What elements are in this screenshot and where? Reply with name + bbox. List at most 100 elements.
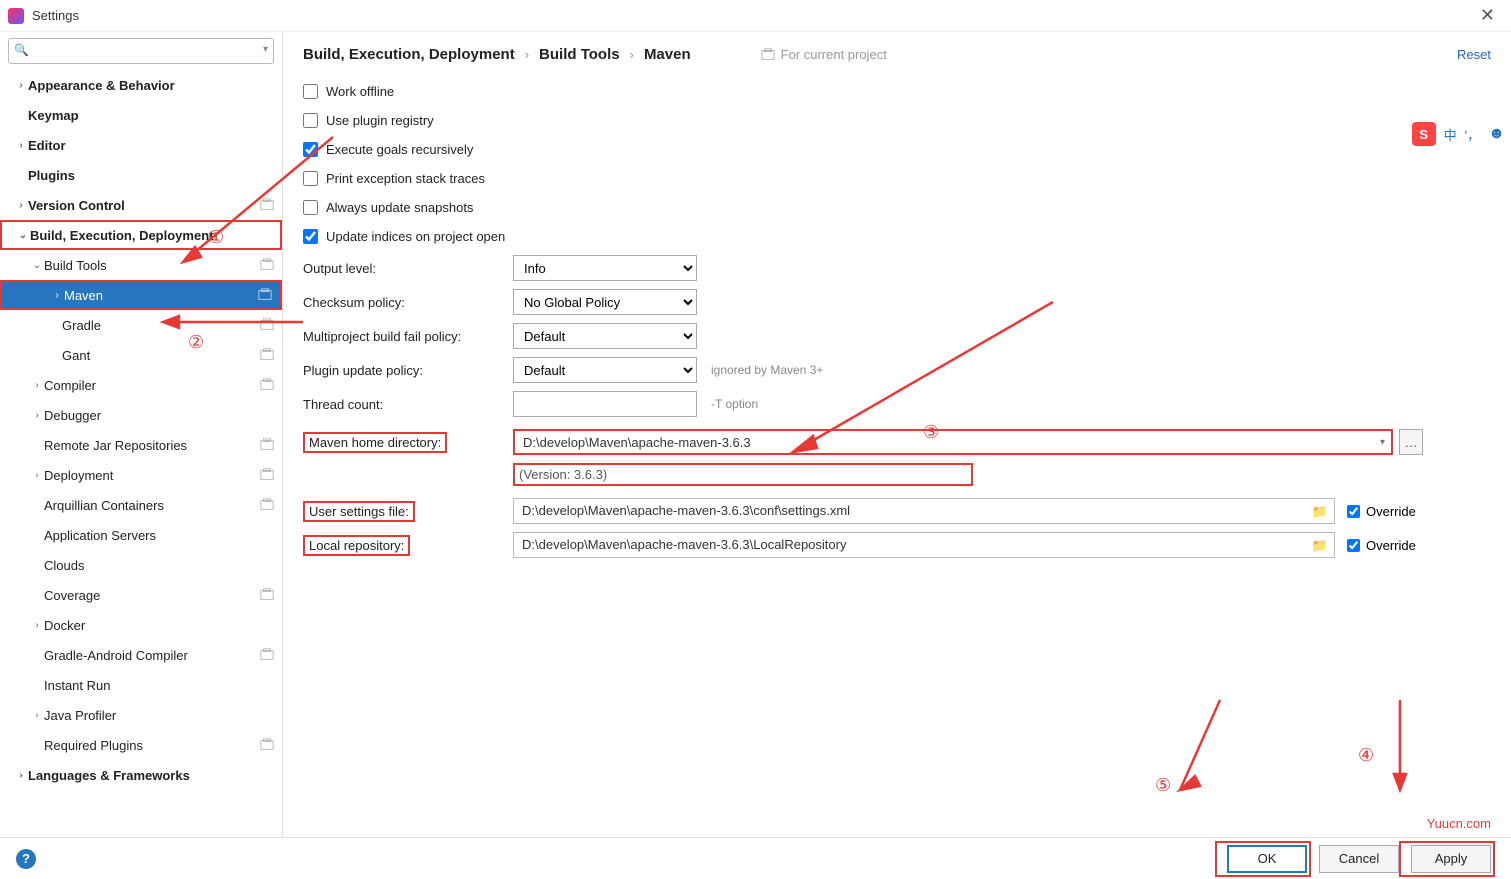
expand-icon: › — [30, 410, 44, 421]
app-icon — [8, 8, 24, 24]
sidebar-item-gradle[interactable]: Gradle — [0, 310, 282, 340]
check-plugin-registry[interactable]: Use plugin registry — [303, 106, 1491, 135]
label-output-level: Output level: — [303, 261, 513, 276]
sidebar-item-build-tools[interactable]: ⌄Build Tools — [0, 250, 282, 280]
project-icon — [260, 258, 274, 272]
check-update-snap[interactable]: Always update snapshots — [303, 193, 1491, 222]
sidebar-item-required-plugins[interactable]: Required Plugins — [0, 730, 282, 760]
breadcrumb: Build, Execution, Deployment › Build Too… — [303, 46, 1491, 63]
sidebar-item-label: Build, Execution, Deployment — [30, 228, 272, 243]
chevron-right-icon: › — [630, 47, 634, 62]
folder-icon[interactable]: 📁 — [1312, 504, 1328, 520]
folder-icon[interactable]: 📁 — [1312, 538, 1328, 554]
dialog-footer: ? OK Cancel Apply — [0, 837, 1511, 879]
ok-button[interactable]: OK — [1227, 845, 1307, 873]
sidebar-item-appearance-behavior[interactable]: ›Appearance & Behavior — [0, 70, 282, 100]
input-thread-count[interactable] — [513, 391, 697, 417]
help-icon[interactable]: ? — [16, 849, 36, 869]
search-box: 🔍 ▾ — [8, 38, 274, 64]
sidebar-item-application-servers[interactable]: Application Servers — [0, 520, 282, 550]
select-output-level[interactable]: Info — [513, 255, 697, 281]
sidebar-item-label: Java Profiler — [44, 708, 274, 723]
sidebar-item-label: Gant — [62, 348, 260, 363]
sidebar-item-label: Instant Run — [44, 678, 274, 693]
input-maven-home[interactable]: D:\develop\Maven\apache-maven-3.6.3 ▾ — [513, 429, 1393, 455]
sidebar-item-keymap[interactable]: Keymap — [0, 100, 282, 130]
apply-button[interactable]: Apply — [1411, 845, 1491, 873]
smile-icon: ☻ — [1488, 125, 1505, 143]
sidebar-item-debugger[interactable]: ›Debugger — [0, 400, 282, 430]
main-panel: Build, Execution, Deployment › Build Too… — [283, 32, 1511, 837]
sidebar-item-label: Required Plugins — [44, 738, 260, 753]
sidebar-item-gradle-android-compiler[interactable]: Gradle-Android Compiler — [0, 640, 282, 670]
sidebar-item-label: Editor — [28, 138, 274, 153]
sidebar-item-languages-frameworks[interactable]: ›Languages & Frameworks — [0, 760, 282, 790]
sidebar-item-label: Build Tools — [44, 258, 260, 273]
label-multiproj: Multiproject build fail policy: — [303, 329, 513, 344]
sidebar-item-editor[interactable]: ›Editor — [0, 130, 282, 160]
sidebar-item-label: Clouds — [44, 558, 274, 573]
for-current-project: For current project — [761, 47, 887, 62]
chevron-down-icon[interactable]: ▾ — [263, 44, 268, 55]
sidebar-item-maven[interactable]: ›Maven — [0, 280, 282, 310]
reset-link[interactable]: Reset — [1457, 47, 1491, 62]
override-user-settings[interactable]: Override — [1347, 504, 1416, 519]
label-checksum: Checksum policy: — [303, 295, 513, 310]
sidebar-item-version-control[interactable]: ›Version Control — [0, 190, 282, 220]
sidebar-item-docker[interactable]: ›Docker — [0, 610, 282, 640]
check-work-offline[interactable]: Work offline — [303, 77, 1491, 106]
project-icon — [260, 738, 274, 752]
input-local-repo[interactable]: D:\develop\Maven\apache-maven-3.6.3\Loca… — [513, 532, 1335, 558]
sidebar-item-remote-jar-repositories[interactable]: Remote Jar Repositories — [0, 430, 282, 460]
label-maven-home: Maven home directory: — [303, 432, 513, 453]
maven-version: (Version: 3.6.3) — [513, 463, 973, 486]
sidebar-item-build-execution-deployment[interactable]: ⌄Build, Execution, Deployment — [0, 220, 282, 250]
input-user-settings[interactable]: D:\develop\Maven\apache-maven-3.6.3\conf… — [513, 498, 1335, 524]
crumb-bed[interactable]: Build, Execution, Deployment — [303, 46, 515, 63]
sidebar-item-label: Version Control — [28, 198, 260, 213]
sidebar-item-plugins[interactable]: Plugins — [0, 160, 282, 190]
override-local-repo[interactable]: Override — [1347, 538, 1416, 553]
expand-icon: › — [14, 80, 28, 91]
project-icon — [260, 588, 274, 602]
sidebar-item-label: Languages & Frameworks — [28, 768, 274, 783]
expand-icon: › — [14, 770, 28, 781]
project-icon — [260, 648, 274, 662]
search-input[interactable] — [8, 38, 274, 64]
cancel-button[interactable]: Cancel — [1319, 845, 1399, 873]
project-icon — [260, 438, 274, 452]
check-exec-goals[interactable]: Execute goals recursively — [303, 135, 1491, 164]
close-icon[interactable]: ✕ — [1472, 5, 1503, 26]
select-multiproj[interactable]: Default — [513, 323, 697, 349]
sidebar-item-deployment[interactable]: ›Deployment — [0, 460, 282, 490]
expand-icon: › — [30, 620, 44, 631]
sidebar-item-coverage[interactable]: Coverage — [0, 580, 282, 610]
expand-icon: › — [30, 470, 44, 481]
chevron-down-icon[interactable]: ▾ — [1380, 437, 1385, 448]
title-bar: Settings ✕ — [0, 0, 1511, 32]
window-title: Settings — [32, 8, 79, 23]
project-icon — [260, 498, 274, 512]
sidebar-item-label: Debugger — [44, 408, 274, 423]
ime-icon: S — [1412, 122, 1436, 146]
select-plugin-upd[interactable]: Default — [513, 357, 697, 383]
sidebar-item-java-profiler[interactable]: ›Java Profiler — [0, 700, 282, 730]
expand-icon: › — [30, 710, 44, 721]
sidebar-item-label: Plugins — [28, 168, 274, 183]
select-checksum[interactable]: No Global Policy — [513, 289, 697, 315]
search-icon: 🔍 — [14, 43, 29, 57]
sidebar-item-compiler[interactable]: ›Compiler — [0, 370, 282, 400]
sidebar-item-clouds[interactable]: Clouds — [0, 550, 282, 580]
project-icon — [260, 378, 274, 392]
hint-plugin-upd: ignored by Maven 3+ — [711, 363, 823, 377]
check-print-exc[interactable]: Print exception stack traces — [303, 164, 1491, 193]
sidebar-item-arquillian-containers[interactable]: Arquillian Containers — [0, 490, 282, 520]
sidebar-item-gant[interactable]: Gant — [0, 340, 282, 370]
project-icon — [260, 198, 274, 212]
sidebar-item-label: Compiler — [44, 378, 260, 393]
check-update-idx[interactable]: Update indices on project open — [303, 222, 1491, 251]
settings-tree: ›Appearance & BehaviorKeymap›EditorPlugi… — [0, 70, 282, 837]
browse-button[interactable]: … — [1399, 429, 1423, 455]
crumb-build-tools[interactable]: Build Tools — [539, 46, 620, 63]
sidebar-item-instant-run[interactable]: Instant Run — [0, 670, 282, 700]
